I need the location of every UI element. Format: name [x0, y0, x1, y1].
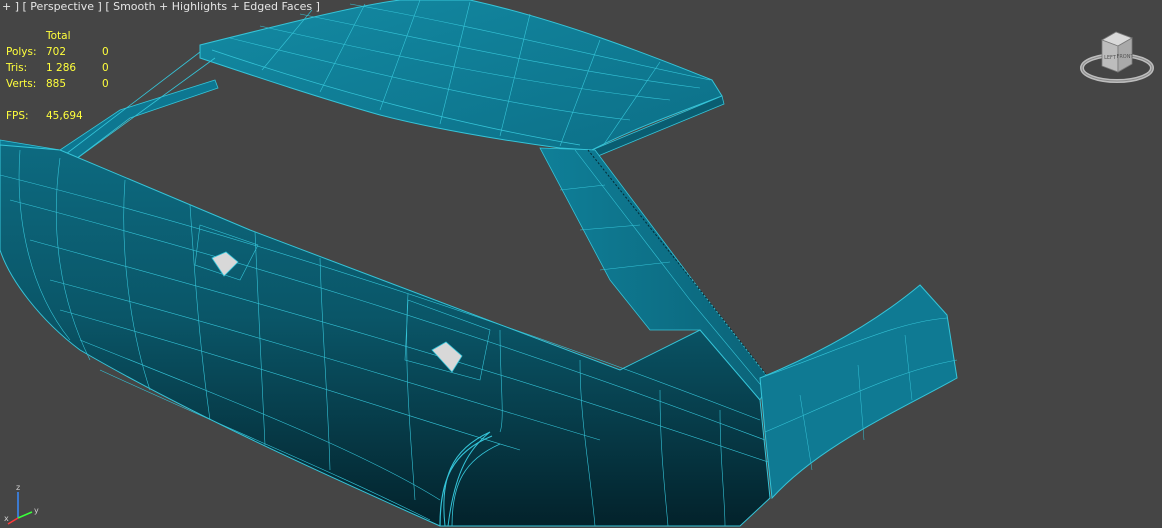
perspective-viewport[interactable]: + ] [ Perspective ] [ Smooth + Highlight… [0, 0, 1162, 528]
stats-label: Polys: [6, 46, 37, 58]
trunk-lid [759, 284, 958, 500]
viewport-menu-plus[interactable]: + [2, 0, 11, 13]
gizmo-y-label: y [34, 506, 39, 515]
viewport-view-menu[interactable]: [ Perspective ] [23, 0, 102, 13]
viewport-label: + ] [ Perspective ] [ Smooth + Highlight… [2, 0, 320, 13]
roof-panel [199, 0, 725, 157]
car-body-mesh[interactable] [0, 0, 1162, 528]
gizmo-x-label: x [4, 514, 9, 523]
fps-value: 45,694 [46, 110, 83, 122]
viewcube-left-face[interactable]: LEFT [1104, 55, 1117, 61]
stats-header-total: Total [46, 30, 71, 42]
side-panel [0, 144, 771, 527]
stats-label: Verts: [6, 78, 37, 90]
axis-gizmo-icon: z x y [4, 483, 39, 525]
stats-value: 702 [46, 46, 67, 58]
fps-label: FPS: [6, 110, 29, 122]
stats-selected: 0 [102, 62, 109, 74]
viewcube-front-face[interactable]: FRONT [1116, 54, 1134, 60]
stats-value: 885 [46, 78, 67, 90]
viewport-menu-bracket: ] [14, 0, 20, 13]
stats-label: Tris: [6, 62, 28, 74]
viewcube-icon[interactable]: LEFT FRONT [1080, 28, 1154, 88]
stats-selected: 0 [102, 78, 109, 90]
stats-value: 1 286 [46, 62, 77, 74]
windshield-frame [0, 51, 219, 163]
viewport-shading-menu[interactable]: [ Smooth + Highlights + Edged Faces ] [105, 0, 320, 13]
stats-selected: 0 [102, 46, 109, 58]
gizmo-z-label: z [16, 483, 20, 492]
